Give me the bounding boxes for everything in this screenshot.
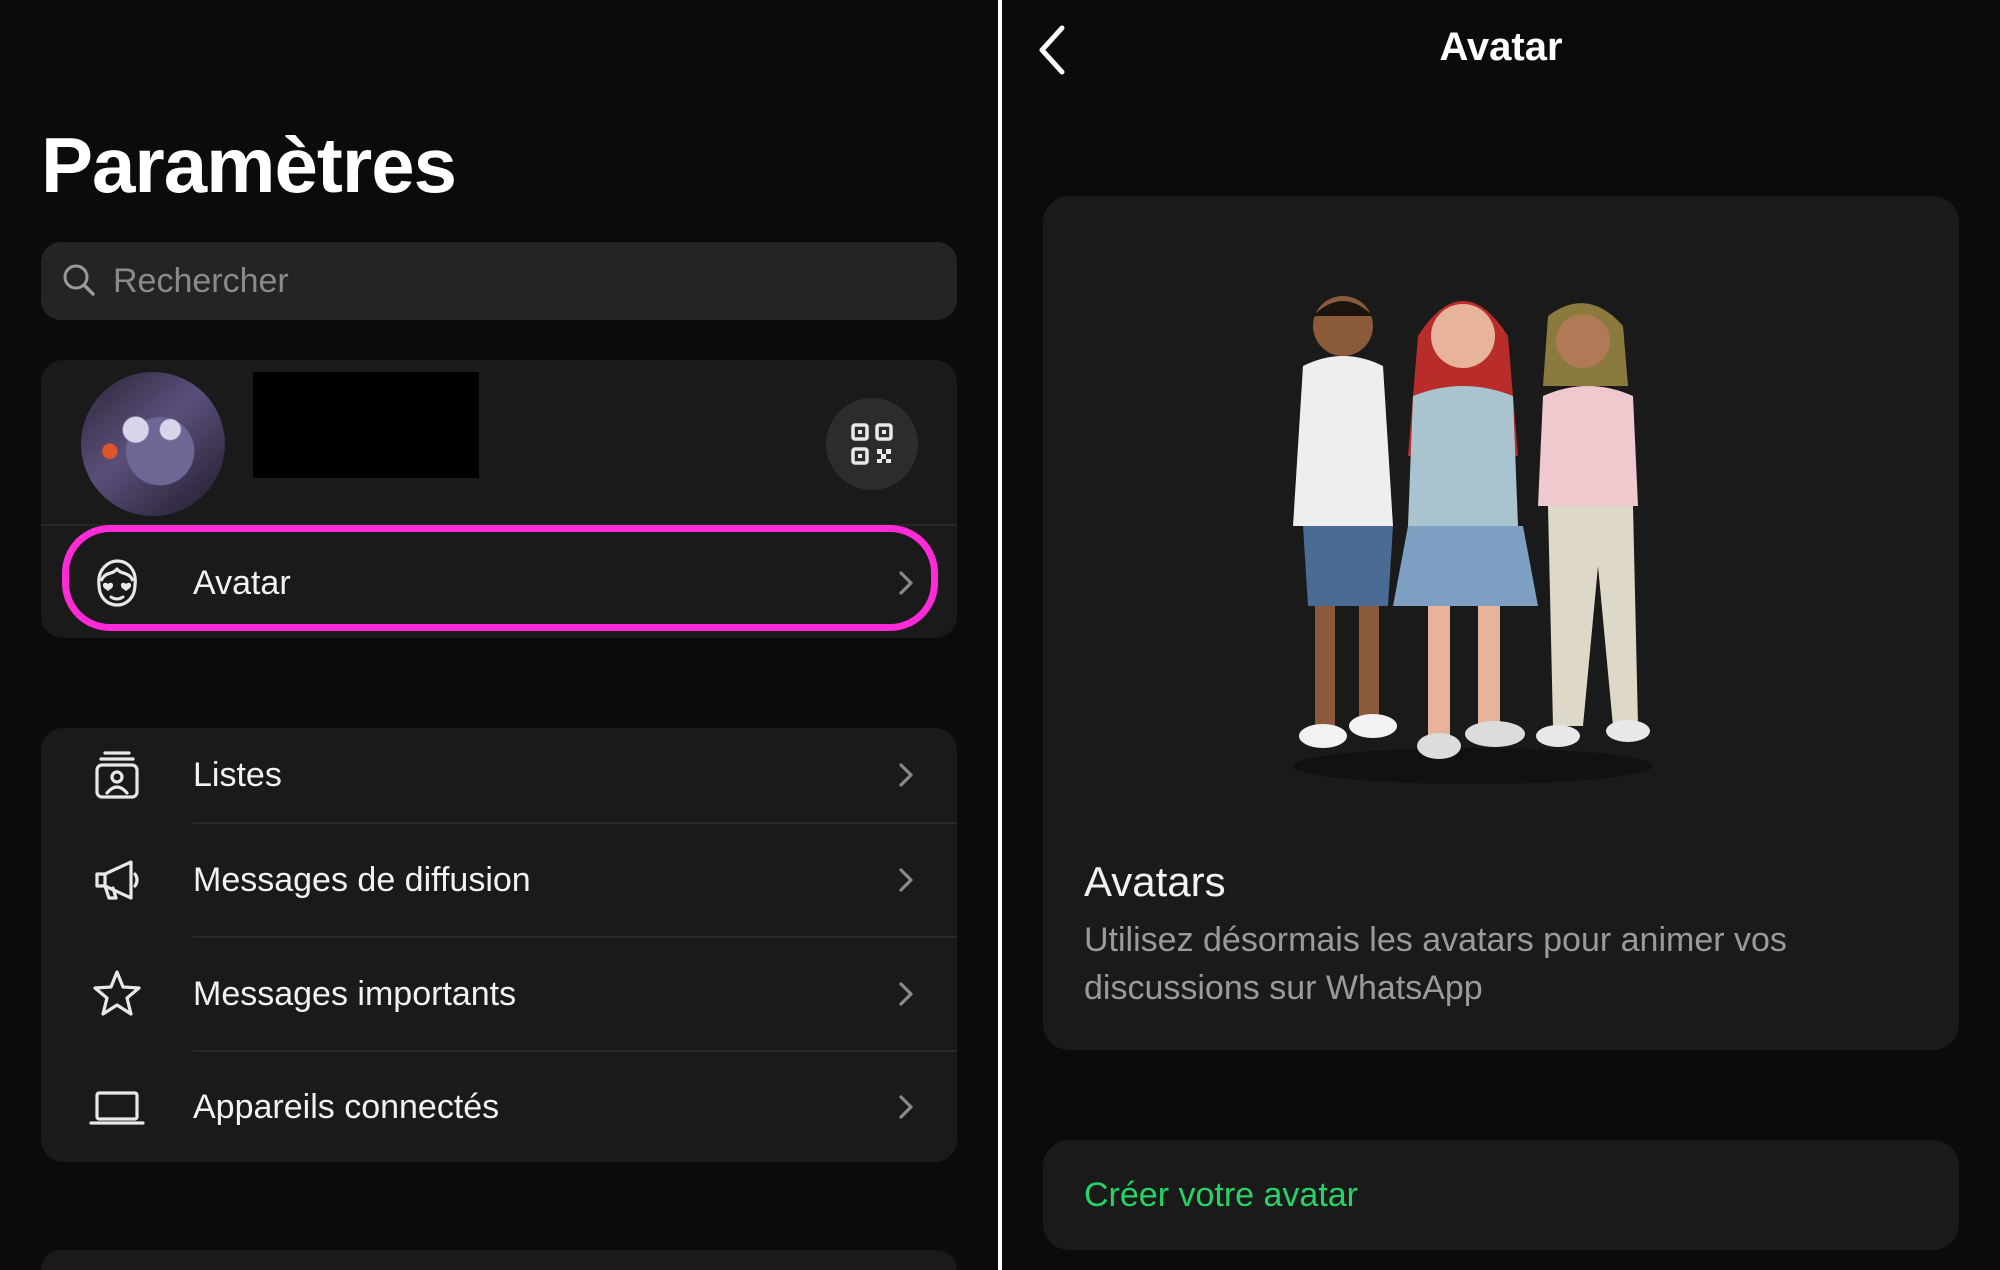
lists-icon [95, 751, 139, 799]
chevron-right-icon [899, 868, 913, 892]
chevron-right-icon [899, 763, 913, 787]
settings-item-broadcast[interactable]: Messages de diffusion [41, 824, 957, 936]
laptop-icon [89, 1091, 145, 1125]
avatars-illustration [1293, 296, 1653, 784]
promo-description: Utilisez désormais les avatars pour anim… [1084, 921, 1787, 1007]
settings-item-label: Messages de diffusion [193, 860, 531, 899]
avatar-face-icon [97, 559, 137, 607]
settings-card-partial [41, 1250, 957, 1270]
settings-item-starred[interactable]: Messages importants [41, 938, 957, 1050]
avatar-figure-woman-center [1393, 301, 1538, 759]
nav-title: Avatar [1439, 25, 1563, 69]
settings-item-label: Listes [193, 755, 282, 794]
create-avatar-label: Créer votre avatar [1084, 1176, 1358, 1214]
chevron-right-icon [899, 982, 913, 1006]
qr-code-icon [851, 423, 893, 465]
settings-pane: Paramètres Rechercher Avatar Listes Mess… [0, 0, 998, 1270]
profile-card: Avatar [41, 360, 957, 638]
settings-item-lists[interactable]: Listes [41, 728, 957, 822]
settings-item-label: Avatar [193, 563, 291, 602]
chevron-right-icon [899, 571, 913, 595]
divider [41, 524, 957, 526]
settings-item-avatar[interactable]: Avatar [41, 528, 957, 638]
page-title: Paramètres [41, 121, 457, 209]
settings-item-label: Messages importants [193, 974, 517, 1013]
avatar-figure-woman-right [1536, 303, 1650, 747]
chevron-right-icon [899, 1095, 913, 1119]
profile-photo[interactable] [81, 372, 225, 516]
settings-menu-card: Listes Messages de diffusion Messages im… [41, 728, 957, 1162]
search-icon [63, 264, 95, 296]
promo-title: Avatars [1084, 858, 1226, 905]
qr-code-button[interactable] [826, 398, 918, 490]
search-input[interactable]: Rechercher [41, 242, 957, 320]
megaphone-icon [95, 860, 139, 900]
search-placeholder: Rechercher [113, 261, 289, 300]
profile-name-redacted[interactable] [253, 372, 479, 478]
settings-item-linked-devices[interactable]: Appareils connectés [41, 1052, 957, 1162]
star-icon [93, 970, 141, 1016]
avatar-figure-man [1293, 296, 1397, 748]
avatar-pane: Avatar Avatars Utilisez désormais les av… [1002, 0, 2000, 1270]
avatars-promo-card: Avatars Utilisez désormais les avatars p… [1043, 196, 1959, 1050]
create-avatar-button[interactable]: Créer votre avatar [1043, 1140, 1959, 1250]
settings-item-label: Appareils connectés [193, 1087, 500, 1126]
